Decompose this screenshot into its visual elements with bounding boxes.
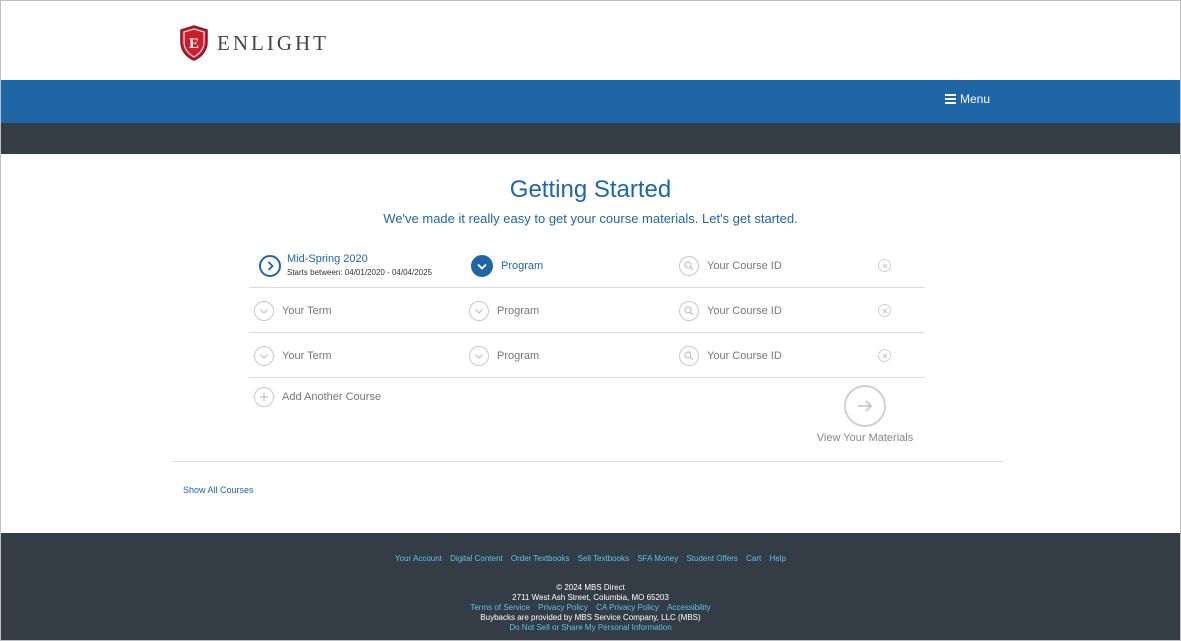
close-icon — [882, 308, 887, 313]
section-divider — [171, 461, 1003, 462]
footer-link-digital-content[interactable]: Digital Content — [450, 554, 502, 563]
remove-row-button[interactable] — [878, 349, 891, 362]
footer-link-accessibility[interactable]: Accessibility — [667, 603, 711, 612]
footer-link-terms[interactable]: Terms of Service — [470, 603, 530, 612]
footer-link-cart[interactable]: Cart — [746, 554, 761, 563]
legal-links: Terms of Service Privacy Policy CA Priva… — [1, 603, 1180, 613]
brand-logo-letter: E — [189, 36, 199, 52]
chevron-down-icon — [469, 301, 489, 321]
site-header: E ENLIGHT — [1, 1, 1180, 80]
arrow-right-icon — [844, 385, 886, 427]
remove-row-button[interactable] — [878, 259, 891, 272]
footer-nav: Your Account Digital Content Order Textb… — [1, 554, 1180, 563]
search-icon — [679, 301, 699, 321]
add-course-label: Add Another Course — [282, 391, 382, 403]
course-id-search[interactable]: Your Course ID — [679, 244, 782, 288]
footer-link-sfa-money[interactable]: SFA Money — [637, 554, 678, 563]
chevron-down-icon — [254, 346, 274, 366]
search-icon — [679, 256, 699, 276]
footer-link-student-offers[interactable]: Student Offers — [686, 554, 737, 563]
footer-link-help[interactable]: Help — [770, 554, 786, 563]
footer-link-account[interactable]: Your Account — [395, 554, 442, 563]
program-selector[interactable]: Program — [469, 289, 539, 333]
course-row-3: Your Term Program Your Course ID — [249, 334, 925, 378]
close-icon — [882, 263, 887, 268]
buybacks-notice: Buybacks are provided by MBS Service Com… — [480, 613, 701, 622]
program-selector[interactable]: Program — [469, 334, 539, 378]
footer-link-order-textbooks[interactable]: Order Textbooks — [511, 554, 570, 563]
term-selector[interactable]: Your Term — [254, 334, 332, 378]
chevron-down-icon — [471, 255, 493, 277]
chevron-down-icon — [254, 301, 274, 321]
do-not-sell-link[interactable]: Do Not Sell or Share My Personal Informa… — [1, 623, 1180, 633]
program-label: Program — [497, 305, 540, 317]
nav-bar: Menu — [1, 80, 1180, 123]
search-icon — [679, 346, 699, 366]
view-materials-label: View Your Materials — [816, 432, 914, 444]
address: 2711 West Ash Street, Columbia, MO 65203 — [512, 593, 669, 602]
course-row-1: Mid-Spring 2020 Starts between: 04/01/20… — [249, 244, 925, 288]
brand-logo[interactable]: E ENLIGHT — [179, 25, 329, 61]
shield-logo-icon: E — [180, 25, 208, 61]
term-selector[interactable]: Mid-Spring 2020 Starts between: 04/01/20… — [259, 244, 432, 288]
close-icon — [882, 353, 887, 358]
term-dates: Starts between: 04/01/2020 - 04/04/2025 — [287, 268, 432, 277]
remove-row-button[interactable] — [878, 304, 891, 317]
page-subtitle: We've made it really easy to get your co… — [383, 211, 798, 226]
footer-info: © 2024 MBS Direct 2711 West Ash Street, … — [1, 583, 1180, 633]
term-label: Your Term — [282, 350, 332, 362]
view-materials-button[interactable]: View Your Materials — [813, 385, 917, 444]
footer-link-sell-textbooks[interactable]: Sell Textbooks — [578, 554, 629, 563]
course-row-2: Your Term Program Your Course ID — [249, 289, 925, 333]
sub-nav-bar — [1, 123, 1180, 154]
show-all-courses-link[interactable]: Show All Courses — [183, 485, 254, 495]
add-course-button[interactable]: Add Another Course — [254, 387, 381, 407]
program-selector[interactable]: Program — [471, 244, 543, 288]
copyright: © 2024 MBS Direct — [556, 583, 625, 592]
term-label: Mid-Spring 2020 — [287, 253, 368, 265]
plus-icon — [254, 387, 274, 407]
brand-name: ENLIGHT — [217, 30, 329, 55]
hamburger-icon — [945, 92, 956, 106]
footer-link-privacy[interactable]: Privacy Policy — [538, 603, 588, 612]
course-id-label: Your Course ID — [707, 305, 782, 317]
term-selector[interactable]: Your Term — [254, 289, 332, 333]
menu-button[interactable]: Menu — [945, 92, 990, 106]
course-id-label: Your Course ID — [707, 350, 782, 362]
program-label: Program — [497, 350, 540, 362]
chevron-down-icon — [469, 346, 489, 366]
footer-link-ca-privacy[interactable]: CA Privacy Policy — [596, 603, 659, 612]
site-footer: Your Account Digital Content Order Textb… — [1, 533, 1180, 640]
page-title: Getting Started — [509, 176, 672, 203]
chevron-right-icon — [259, 255, 281, 277]
term-label: Your Term — [282, 305, 332, 317]
course-id-search[interactable]: Your Course ID — [679, 334, 782, 378]
course-id-label: Your Course ID — [707, 260, 782, 272]
menu-label: Menu — [960, 92, 991, 106]
program-label: Program — [501, 260, 544, 272]
course-id-search[interactable]: Your Course ID — [679, 289, 782, 333]
